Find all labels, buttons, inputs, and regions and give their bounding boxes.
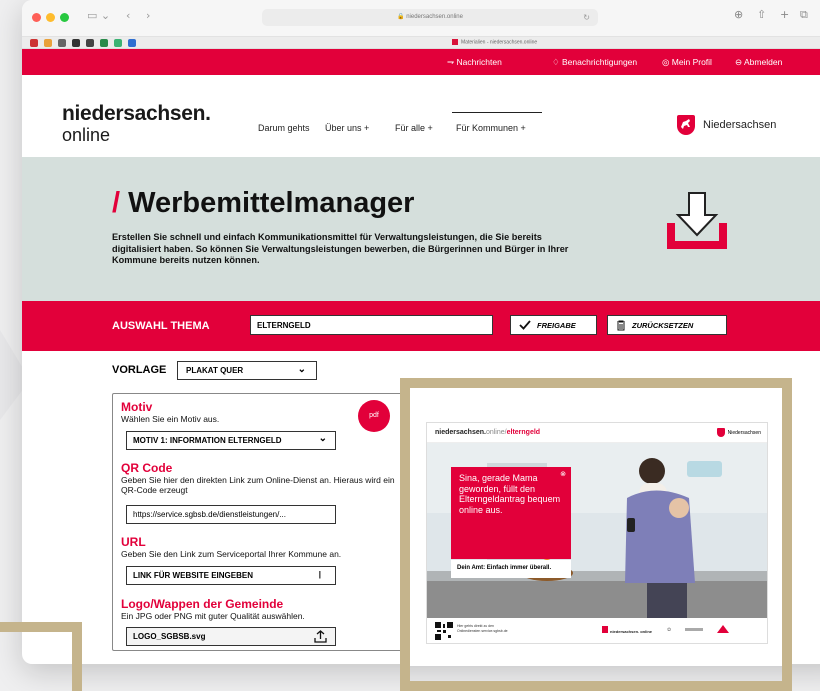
hero-section: / Werbemittelmanager Erstellen Sie schne… [22, 157, 820, 301]
upload-icon [314, 630, 327, 643]
window-controls [32, 13, 69, 22]
motiv-description: Wählen Sie ein Motiv aus. [121, 414, 220, 424]
tab-favicon-icon [452, 39, 458, 45]
url-description: Geben Sie den Link zum Serviceportal Ihr… [121, 549, 342, 559]
back-icon[interactable]: ‹ [126, 9, 130, 22]
qr-link-input[interactable]: https://service.sgbsb.de/dienstleistunge… [126, 505, 336, 524]
trash-icon [617, 320, 625, 330]
chevron-down-icon: ⌄ [297, 364, 306, 375]
logo-upload-field[interactable]: LOGO_SGBSB.svg [126, 627, 336, 646]
url-placeholder: LINK FÜR WEBSITE EINGEBEN [133, 571, 254, 580]
motiv-select[interactable]: MOTIV 1: INFORMATION ELTERNGELD ⌄ [126, 431, 336, 450]
title-slash: / [112, 187, 121, 219]
notifications-link[interactable]: ♢ Benachrichtigungen [552, 57, 637, 68]
nav-ueber-uns[interactable]: Über uns + [325, 123, 369, 133]
site-logo[interactable]: niedersachsen. [62, 102, 211, 126]
tabs-overview-icon[interactable]: ⧉ [800, 8, 808, 22]
tab-bar: Materialien - niedersachsen.online [22, 37, 820, 49]
template-label: VORLAGE [112, 364, 167, 376]
download-icon[interactable]: ⊕ [734, 8, 743, 21]
template-value: PLAKAT QUER [186, 366, 244, 375]
gold-frame-left [0, 622, 82, 691]
gold-frame-preview [400, 378, 792, 691]
template-select[interactable]: PLAKAT QUER ⌄ [177, 361, 317, 380]
horse-shield-icon [677, 115, 695, 135]
browser-toolbar: ▭ ⌄ ‹ › 🔒 niedersachsen.online ↻ ⊕ ⇧ + ⧉ [22, 0, 820, 37]
settings-panel: pdf Motiv Wählen Sie ein Motiv aus. MOTI… [112, 393, 402, 651]
reset-button[interactable]: ZURÜCKSETZEN [607, 315, 727, 335]
favorite-icon[interactable] [72, 39, 80, 47]
release-button[interactable]: FREIGABE [510, 315, 597, 335]
logout-label: Abmelden [744, 57, 783, 67]
sidebar-icon[interactable]: ▭ ⌄ [87, 9, 110, 22]
site-header: niedersachsen. online Darum gehts Über u… [22, 75, 820, 157]
stage: ▭ ⌄ ‹ › 🔒 niedersachsen.online ↻ ⊕ ⇧ + ⧉… [0, 0, 820, 691]
maximize-window-button[interactable] [60, 13, 69, 22]
title-text: Werbemittelmanager [128, 187, 415, 219]
state-name: Niedersachsen [703, 119, 777, 131]
favorite-icon[interactable] [30, 39, 38, 47]
favorite-icon[interactable] [128, 39, 136, 47]
active-tab[interactable]: Materialien - niedersachsen.online [452, 39, 537, 45]
tab-title: Materialien - niedersachsen.online [461, 39, 538, 46]
checkmark-icon [519, 320, 531, 330]
qr-title: QR Code [121, 461, 173, 475]
close-window-button[interactable] [32, 13, 41, 22]
messages-label: Nachrichten [456, 57, 502, 67]
url-title: URL [121, 535, 146, 549]
address-bar[interactable]: 🔒 niedersachsen.online ↻ [262, 9, 598, 26]
lock-icon: 🔒 [397, 14, 407, 20]
theme-label: AUSWAHL THEMA [112, 320, 210, 332]
qr-description: Geben Sie hier den direkten Link zum Onl… [121, 475, 395, 495]
profile-link[interactable]: ◎ Mein Profil [662, 57, 712, 68]
messages-link[interactable]: ⇁ Nachrichten [447, 57, 502, 68]
favorite-icon[interactable] [58, 39, 66, 47]
notifications-label: Benachrichtigungen [561, 57, 638, 67]
reload-icon[interactable]: ↻ [583, 9, 590, 26]
logo-file-name: LOGO_SGBSB.svg [133, 632, 206, 641]
favorite-icon[interactable] [44, 39, 52, 47]
nav-fuer-alle[interactable]: Für alle + [395, 123, 433, 133]
download-tray-icon [667, 192, 727, 249]
share-icon[interactable]: ⇧ [757, 8, 766, 21]
theme-input[interactable]: ELTERNGELD [250, 315, 493, 335]
logo-title: Logo/Wappen der Gemeinde [121, 597, 284, 611]
favorite-icon[interactable] [86, 39, 94, 47]
user-bar: ⇁ Nachrichten ♢ Benachrichtigungen ◎ Mei… [22, 49, 820, 75]
forward-icon[interactable]: › [146, 9, 150, 22]
profile-label: Mein Profil [671, 57, 712, 67]
chevron-down-icon: ⌄ [318, 433, 327, 444]
hero-description: Erstellen Sie schnell und einfach Kommun… [112, 232, 569, 265]
state-logo[interactable]: Niedersachsen [677, 115, 776, 135]
favorite-icon[interactable] [114, 39, 122, 47]
site-logo-sub[interactable]: online [62, 125, 110, 146]
reset-label: ZURÜCKSETZEN [632, 320, 694, 330]
motiv-title: Motiv [121, 400, 153, 414]
address-text: niedersachsen.online [406, 14, 463, 20]
nav-darum-gehts[interactable]: Darum gehts [258, 123, 310, 133]
nav-active-indicator [452, 112, 542, 113]
theme-bar: AUSWAHL THEMA ELTERNGELD FREIGABE ZURÜCK… [22, 301, 820, 351]
minimize-window-button[interactable] [46, 13, 55, 22]
nav-fuer-kommunen[interactable]: Für Kommunen + [456, 123, 526, 133]
new-tab-icon[interactable]: + [780, 8, 789, 21]
logo-description: Ein JPG oder PNG mit guter Qualität ausw… [121, 611, 305, 621]
text-cursor: | [318, 570, 321, 579]
release-label: FREIGABE [537, 320, 576, 330]
favorite-icon[interactable] [100, 39, 108, 47]
page-title: / Werbemittelmanager [112, 187, 414, 220]
motiv-value: MOTIV 1: INFORMATION ELTERNGELD [133, 436, 282, 445]
logout-link[interactable]: ⊖ Abmelden [735, 57, 782, 68]
url-input[interactable]: LINK FÜR WEBSITE EINGEBEN | [126, 566, 336, 585]
